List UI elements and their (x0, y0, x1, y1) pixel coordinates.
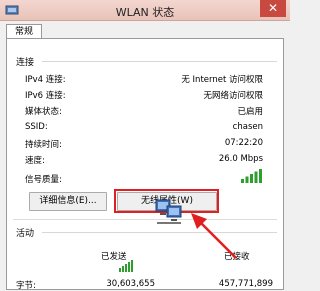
connection-section-label: 连接 (16, 58, 35, 68)
ssid-label: SSID: (25, 122, 48, 132)
sent-activity-icon (119, 260, 133, 272)
ipv6-label: IPv6 连接: (25, 91, 66, 101)
section-separator (13, 219, 277, 220)
activity-section-label: 活动 (16, 229, 35, 239)
duration-label: 持续时间: (25, 140, 62, 150)
media-state-label: 媒体状态: (25, 107, 62, 117)
bytes-label: 字节: (16, 281, 36, 291)
media-state-value: 已启用 (237, 107, 263, 117)
details-button[interactable]: 详细信息(E)... (29, 192, 107, 211)
ssid-value: chasen (232, 122, 263, 132)
window-title: WLAN 状态 (115, 6, 175, 19)
ipv6-value: 无网络访问权限 (203, 91, 263, 101)
bytes-received-value: 457,771,899 (218, 279, 273, 289)
signal-strength-icon (241, 169, 262, 183)
close-button[interactable]: ✕ (260, 0, 286, 17)
close-icon: ✕ (267, 1, 279, 15)
signal-quality-label: 信号质量: (25, 175, 62, 185)
bytes-sent-value: 30,603,655 (106, 279, 155, 289)
received-label: 已接收 (224, 252, 250, 262)
general-panel: 连接 IPv4 连接: 无 Internet 访问权限 IPv6 连接: 无网络… (6, 38, 284, 291)
speed-value: 26.0 Mbps (218, 154, 263, 164)
tab-general-label: 常规 (14, 27, 33, 37)
tab-general[interactable]: 常规 (6, 24, 42, 39)
ipv4-label: IPv4 连接: (25, 75, 66, 85)
network-computers-icon (155, 199, 182, 224)
ipv4-value: 无 Internet 访问权限 (181, 75, 263, 85)
activity-divider (42, 232, 277, 233)
title-bar: WLAN 状态 ✕ (0, 0, 290, 21)
duration-value: 07:22:20 (224, 138, 263, 148)
speed-label: 速度: (25, 156, 45, 166)
connection-divider (42, 61, 277, 62)
